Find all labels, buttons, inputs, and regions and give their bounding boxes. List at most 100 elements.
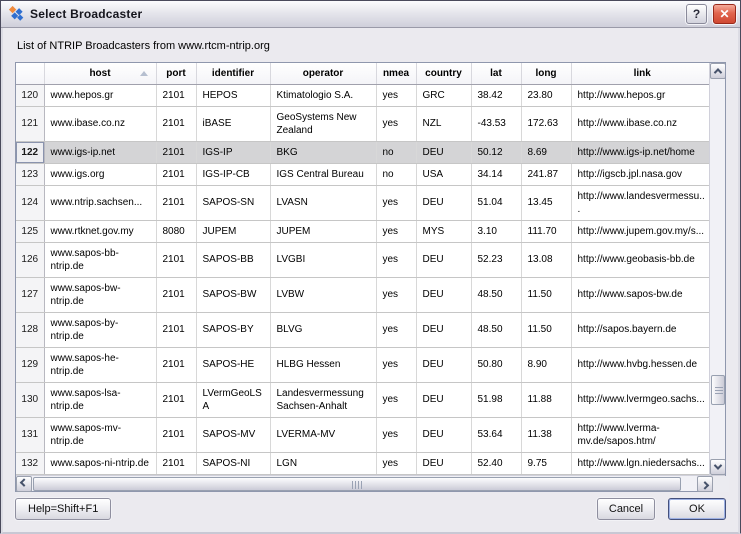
cell-link[interactable]: http://www.landesvermessu... (571, 185, 709, 220)
row-number-cell[interactable]: 123 (16, 163, 44, 185)
column-header-lat[interactable]: lat (471, 63, 521, 84)
cell-link[interactable]: http://www.jupem.gov.my/s... (571, 220, 709, 242)
cell-link[interactable]: http://www.ibase.co.nz (571, 106, 709, 141)
cell-lat[interactable]: 38.42 (471, 84, 521, 106)
row-number-cell[interactable]: 120 (16, 84, 44, 106)
column-header-country[interactable]: country (416, 63, 471, 84)
cell-long[interactable]: 8.90 (521, 347, 571, 382)
cell-operator[interactable]: LVERMA-MV (270, 417, 376, 452)
row-number-cell[interactable]: 128 (16, 312, 44, 347)
table-row[interactable]: 129www.sapos-he-ntrip.de2101SAPOS-HEHLBG… (16, 347, 709, 382)
horizontal-scrollbar-thumb[interactable] (33, 477, 681, 491)
help-button[interactable]: Help=Shift+F1 (15, 498, 111, 520)
cell-lat[interactable]: 51.04 (471, 185, 521, 220)
cell-country[interactable]: DEU (416, 312, 471, 347)
cell-identifier[interactable]: SAPOS-MV (196, 417, 270, 452)
cell-long[interactable]: 9.75 (521, 452, 571, 474)
scroll-left-button[interactable] (16, 476, 32, 492)
cell-link[interactable]: http://sapos.bayern.de (571, 312, 709, 347)
cell-long[interactable]: 172.63 (521, 106, 571, 141)
column-header-rownum[interactable] (16, 63, 44, 84)
cell-port[interactable]: 2101 (156, 141, 196, 163)
vertical-scrollbar-thumb[interactable] (711, 375, 725, 405)
table-row[interactable]: 125www.rtknet.gov.my8080JUPEMJUPEMyesMYS… (16, 220, 709, 242)
cell-long[interactable]: 23.80 (521, 84, 571, 106)
cell-host[interactable]: www.igs.org (44, 163, 156, 185)
cell-lat[interactable]: -43.53 (471, 106, 521, 141)
close-button[interactable]: ✕ (713, 4, 736, 24)
cell-country[interactable]: USA (416, 163, 471, 185)
cell-identifier[interactable]: SAPOS-SN (196, 185, 270, 220)
cell-lat[interactable]: 34.14 (471, 163, 521, 185)
scroll-up-button[interactable] (710, 63, 725, 79)
cell-long[interactable]: 11.50 (521, 277, 571, 312)
cell-identifier[interactable]: IGS-IP (196, 141, 270, 163)
row-number-cell[interactable]: 122 (16, 141, 44, 163)
cell-nmea[interactable]: yes (376, 347, 416, 382)
cell-operator[interactable]: BKG (270, 141, 376, 163)
vertical-scrollbar[interactable] (709, 63, 725, 475)
cell-port[interactable]: 2101 (156, 84, 196, 106)
cell-identifier[interactable]: SAPOS-BY (196, 312, 270, 347)
cell-operator[interactable]: IGS Central Bureau (270, 163, 376, 185)
table-row[interactable]: 122www.igs-ip.net2101IGS-IPBKGnoDEU50.12… (16, 141, 709, 163)
column-header-port[interactable]: port (156, 63, 196, 84)
cell-operator[interactable]: JUPEM (270, 220, 376, 242)
cell-port[interactable]: 2101 (156, 106, 196, 141)
cell-port[interactable]: 2101 (156, 452, 196, 474)
row-number-cell[interactable]: 129 (16, 347, 44, 382)
column-header-identifier[interactable]: identifier (196, 63, 270, 84)
cell-country[interactable]: DEU (416, 382, 471, 417)
scroll-right-button[interactable] (697, 476, 713, 492)
cell-nmea[interactable]: yes (376, 106, 416, 141)
cell-lat[interactable]: 50.80 (471, 347, 521, 382)
cell-long[interactable]: 13.45 (521, 185, 571, 220)
column-header-long[interactable]: long (521, 63, 571, 84)
cell-host[interactable]: www.hepos.gr (44, 84, 156, 106)
cell-port[interactable]: 2101 (156, 417, 196, 452)
row-number-cell[interactable]: 126 (16, 242, 44, 277)
table-row[interactable]: 132www.sapos-ni-ntrip.de2101SAPOS-NILGNy… (16, 452, 709, 474)
cell-host[interactable]: www.sapos-by-ntrip.de (44, 312, 156, 347)
cell-host[interactable]: www.sapos-bb-ntrip.de (44, 242, 156, 277)
cell-nmea[interactable]: no (376, 141, 416, 163)
cell-operator[interactable]: GeoSystems New Zealand (270, 106, 376, 141)
scroll-down-button[interactable] (710, 459, 725, 475)
column-header-operator[interactable]: operator (270, 63, 376, 84)
cell-identifier[interactable]: SAPOS-NI (196, 452, 270, 474)
cell-identifier[interactable]: SAPOS-BB (196, 242, 270, 277)
cell-nmea[interactable]: yes (376, 277, 416, 312)
cell-identifier[interactable]: SAPOS-BW (196, 277, 270, 312)
cell-port[interactable]: 2101 (156, 163, 196, 185)
cell-nmea[interactable]: yes (376, 452, 416, 474)
cancel-button[interactable]: Cancel (597, 498, 655, 520)
row-number-cell[interactable]: 124 (16, 185, 44, 220)
cell-host[interactable]: www.rtknet.gov.my (44, 220, 156, 242)
cell-nmea[interactable]: yes (376, 185, 416, 220)
cell-lat[interactable]: 48.50 (471, 277, 521, 312)
cell-link[interactable]: http://www.hepos.gr (571, 84, 709, 106)
cell-host[interactable]: www.sapos-bw-ntrip.de (44, 277, 156, 312)
cell-nmea[interactable]: yes (376, 417, 416, 452)
cell-operator[interactable]: BLVG (270, 312, 376, 347)
cell-country[interactable]: MYS (416, 220, 471, 242)
cell-operator[interactable]: Landesvermessung Sachsen-Anhalt (270, 382, 376, 417)
cell-link[interactable]: http://www.lgn.niedersachs... (571, 452, 709, 474)
cell-identifier[interactable]: HEPOS (196, 84, 270, 106)
row-number-cell[interactable]: 121 (16, 106, 44, 141)
table-row[interactable]: 123www.igs.org2101IGS-IP-CBIGS Central B… (16, 163, 709, 185)
row-number-cell[interactable]: 131 (16, 417, 44, 452)
cell-operator[interactable]: LVGBI (270, 242, 376, 277)
table-row[interactable]: 130www.sapos-lsa-ntrip.de2101LVermGeoLSA… (16, 382, 709, 417)
cell-port[interactable]: 2101 (156, 382, 196, 417)
cell-port[interactable]: 2101 (156, 277, 196, 312)
cell-identifier[interactable]: iBASE (196, 106, 270, 141)
cell-nmea[interactable]: yes (376, 220, 416, 242)
cell-country[interactable]: DEU (416, 417, 471, 452)
cell-country[interactable]: DEU (416, 141, 471, 163)
cell-country[interactable]: GRC (416, 84, 471, 106)
cell-lat[interactable]: 51.98 (471, 382, 521, 417)
cell-operator[interactable]: Ktimatologio S.A. (270, 84, 376, 106)
ok-button[interactable]: OK (668, 498, 726, 520)
column-header-link[interactable]: link (571, 63, 709, 84)
